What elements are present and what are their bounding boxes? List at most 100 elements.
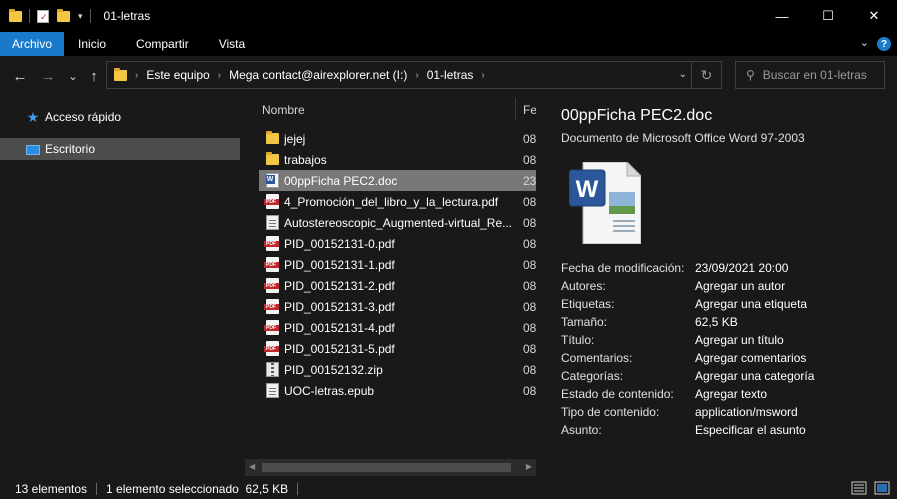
file-name: PID_00152131-4.pdf: [284, 320, 395, 335]
list-item[interactable]: PID_00152131-5.pdf 08: [259, 338, 536, 359]
list-item[interactable]: 4_Promoción_del_libro_y_la_lectura.pdf 0…: [259, 191, 536, 212]
list-item[interactable]: PID_00152131-0.pdf 08: [259, 233, 536, 254]
chevron-right-icon[interactable]: ›: [135, 70, 138, 81]
back-button[interactable]: ←: [9, 65, 31, 87]
scroll-left-icon[interactable]: ◀: [249, 462, 255, 471]
file-date: 08: [523, 299, 536, 314]
details-title: 00ppFicha PEC2.doc: [561, 107, 713, 124]
property-value[interactable]: Agregar un autor: [695, 279, 785, 293]
column-date[interactable]: Fe: [523, 103, 536, 117]
list-item[interactable]: 00ppFicha PEC2.doc 23: [259, 170, 536, 191]
new-folder-icon[interactable]: [57, 8, 70, 22]
tab-vista[interactable]: Vista: [205, 32, 257, 56]
file-date: 08: [523, 215, 536, 230]
search-icon: ⚲: [746, 68, 755, 82]
property-label: Etiquetas:: [561, 297, 615, 311]
sidebar-item-label: Escritorio: [45, 142, 96, 156]
property-label: Tipo de contenido:: [561, 405, 660, 419]
file-date: 08: [523, 278, 536, 293]
list-item[interactable]: PID_00152131-4.pdf 08: [259, 317, 536, 338]
folder-icon[interactable]: [9, 8, 22, 22]
breadcrumb-mega-drive[interactable]: Mega contact@airexplorer.net (I:): [229, 68, 407, 82]
property-value[interactable]: Agregar un título: [695, 333, 784, 347]
list-item[interactable]: trabajos 08: [259, 149, 536, 170]
divider: [297, 482, 299, 495]
breadcrumb-este-equipo[interactable]: Este equipo: [146, 68, 209, 82]
pdf-icon: [263, 257, 279, 272]
address-bar[interactable]: › Este equipo › Mega contact@airexplorer…: [106, 61, 722, 89]
scroll-right-icon[interactable]: ▶: [526, 462, 532, 471]
forward-button[interactable]: →: [37, 65, 59, 87]
quick-access-toolbar: ✓ ▾: [0, 0, 98, 32]
file-name: PID_00152131-1.pdf: [284, 257, 395, 272]
file-date: 08: [523, 320, 536, 335]
pdf-icon: [263, 194, 279, 209]
list-item[interactable]: UOC-letras.epub 08: [259, 380, 536, 401]
chevron-right-icon[interactable]: ›: [218, 70, 221, 81]
svg-text:W: W: [576, 176, 599, 203]
pdf-icon: [263, 341, 279, 356]
file-name: PID_00152131-0.pdf: [284, 236, 395, 251]
sidebar-item-acceso-rapido[interactable]: ★ Acceso rápido: [0, 106, 240, 128]
details-view-icon[interactable]: [851, 480, 867, 496]
divider: [96, 482, 98, 495]
recent-locations-button[interactable]: ⌄: [62, 65, 84, 87]
file-date: 08: [523, 362, 536, 377]
pdf-icon: [263, 236, 279, 251]
ribbon-tabs: Archivo Inicio Compartir Vista: [0, 32, 897, 56]
properties-icon[interactable]: ✓: [37, 9, 49, 23]
list-item[interactable]: PID_00152131-1.pdf 08: [259, 254, 536, 275]
word-document-icon: W: [568, 160, 643, 245]
list-item[interactable]: PID_00152131-3.pdf 08: [259, 296, 536, 317]
chevron-down-icon[interactable]: ⌄: [679, 69, 687, 80]
breadcrumb-01-letras[interactable]: 01-letras: [427, 68, 474, 82]
sidebar-item-escritorio[interactable]: Escritorio: [0, 138, 240, 160]
file-name: UOC-letras.epub: [284, 383, 375, 398]
close-button[interactable]: ✕: [851, 0, 897, 32]
refresh-button[interactable]: ↻: [691, 62, 721, 88]
property-value[interactable]: Agregar texto: [695, 387, 767, 401]
property-label: Autores:: [561, 279, 606, 293]
help-button[interactable]: ?: [877, 37, 891, 51]
chevron-right-icon[interactable]: ›: [415, 70, 418, 81]
customize-toolbar-icon[interactable]: ▾: [78, 11, 83, 22]
expand-ribbon-icon[interactable]: ⌄: [860, 36, 869, 49]
scrollbar-thumb[interactable]: [262, 463, 511, 472]
column-name[interactable]: Nombre: [262, 103, 305, 117]
file-name: PID_00152131-3.pdf: [284, 299, 395, 314]
star-icon: ★: [26, 108, 40, 125]
file-name: trabajos: [284, 152, 327, 167]
search-placeholder: Buscar en 01-letras: [762, 68, 867, 82]
chevron-right-icon[interactable]: ›: [481, 70, 484, 81]
file-name: 4_Promoción_del_libro_y_la_lectura.pdf: [284, 194, 499, 209]
list-item[interactable]: jejej 08: [259, 128, 536, 149]
column-divider[interactable]: [515, 98, 516, 120]
minimize-button[interactable]: —: [759, 0, 805, 32]
file-name: Autostereoscopic_Augmented-virtual_Re...: [284, 215, 513, 230]
list-item[interactable]: Autostereoscopic_Augmented-virtual_Re...…: [259, 212, 536, 233]
file-date: 23: [523, 173, 536, 188]
horizontal-scrollbar[interactable]: ◀ ▶: [245, 459, 536, 476]
property-label: Estado de contenido:: [561, 387, 674, 401]
property-value[interactable]: Agregar una categoría: [695, 369, 814, 383]
tab-archivo[interactable]: Archivo: [0, 32, 65, 56]
property-value[interactable]: Agregar comentarios: [695, 351, 806, 365]
tab-inicio[interactable]: Inicio: [64, 32, 120, 56]
file-name: PID_00152131-5.pdf: [284, 341, 395, 356]
tab-compartir[interactable]: Compartir: [120, 32, 205, 56]
zip-icon: [265, 362, 279, 377]
column-header: Nombre Fe: [245, 96, 536, 122]
word-document-icon: [265, 173, 279, 188]
maximize-button[interactable]: ☐: [805, 0, 851, 32]
up-button[interactable]: ↑: [83, 65, 105, 87]
list-item[interactable]: PID_00152131-2.pdf 08: [259, 275, 536, 296]
search-input[interactable]: ⚲ Buscar en 01-letras: [735, 61, 885, 89]
pdf-icon: [263, 320, 279, 335]
list-item[interactable]: PID_00152132.zip 08: [259, 359, 536, 380]
property-value[interactable]: Agregar una etiqueta: [695, 297, 807, 311]
pdf-icon: [263, 299, 279, 314]
property-value[interactable]: Especificar el asunto: [695, 423, 806, 437]
large-icons-view-icon[interactable]: [874, 480, 890, 496]
property-value: application/msword: [695, 405, 798, 419]
file-date: 08: [523, 152, 536, 167]
